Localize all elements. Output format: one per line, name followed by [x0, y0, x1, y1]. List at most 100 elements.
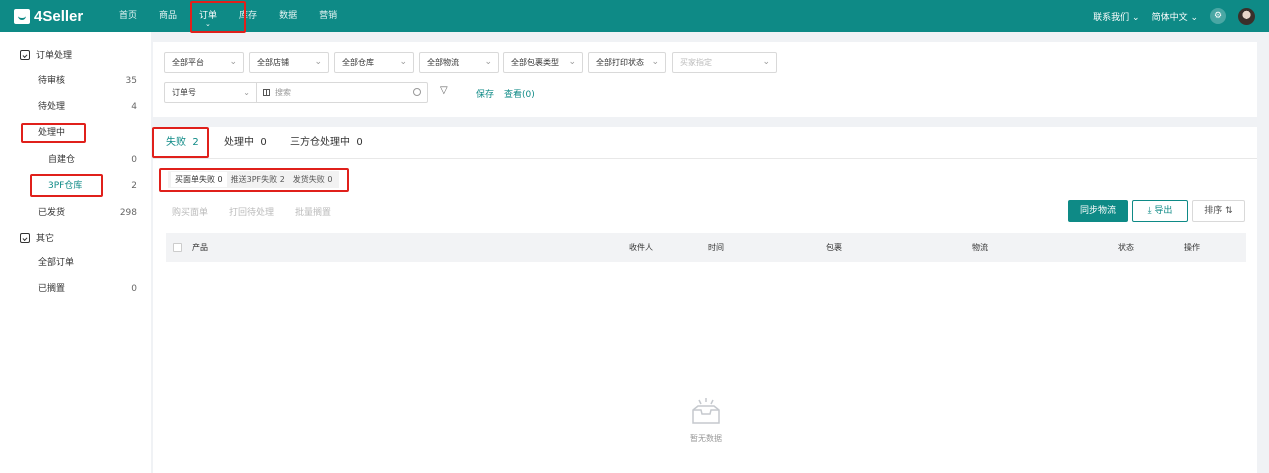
buyer-specified-select[interactable]: 买家指定 ⌄ — [672, 52, 777, 73]
print-status-select[interactable]: 全部打印状态 ⌄ — [588, 52, 666, 73]
sidebar-group-label: 订单处理 — [36, 51, 73, 61]
column-actions: 操作 — [1184, 243, 1200, 252]
sync-logistics-button[interactable]: 同步物流 — [1068, 200, 1128, 222]
empty-inbox-icon — [692, 398, 720, 424]
sidebar-group-other[interactable]: 其它 — [20, 231, 54, 244]
sidebar-group-label: 其它 — [36, 234, 55, 244]
order-search: 订单号 ⌄ 搜索 — [164, 82, 428, 103]
search-placeholder: 搜索 — [275, 88, 291, 97]
export-label: 导出 — [1154, 206, 1173, 216]
logistics-select[interactable]: 全部物流 ⌄ — [419, 52, 499, 73]
sidebar-item-shipped[interactable]: 已发货 298 — [0, 204, 151, 222]
search-type-value: 订单号 — [172, 88, 196, 97]
sidebar-item-3pf-warehouse[interactable]: 3PF仓库 2 — [0, 177, 151, 195]
nav-inventory[interactable]: 库存 — [228, 0, 268, 32]
store-select[interactable]: 全部店铺 ⌄ — [249, 52, 329, 73]
nav-marketing[interactable]: 营销 — [308, 0, 348, 32]
sidebar-item-label: 待审核 — [38, 76, 66, 86]
avatar[interactable] — [1238, 7, 1255, 25]
tab-failed[interactable]: 失败 2 — [166, 127, 199, 159]
calendar-check-icon — [20, 49, 30, 60]
sidebar-item-pending-review[interactable]: 待审核 35 — [0, 72, 151, 90]
view-saved-link[interactable]: 查看(0) — [504, 87, 535, 100]
select-value: 全部仓库 — [342, 58, 374, 67]
empty-message: 暂无数据 — [690, 434, 722, 443]
brand-name: 4Seller — [34, 7, 84, 25]
column-status: 状态 — [1118, 243, 1134, 252]
subtab-label: 发货失败 — [292, 175, 325, 184]
sidebar-item-count: 298 — [119, 208, 137, 218]
top-right-tools: 联系我们 ⌄ 简体中文 ⌄ ⚙ — [1093, 0, 1255, 32]
tab-label: 三方仓处理中 — [290, 137, 350, 148]
contact-label: 联系我们 — [1093, 12, 1130, 23]
subtab-count: 0 — [217, 175, 223, 184]
top-bar: 4Seller 首页 商品 订单 ⌄ 库存 数据 营销 联系我们 ⌄ 简体中文 … — [0, 0, 1269, 32]
sidebar-item-label: 已发货 — [38, 208, 66, 218]
chevron-down-icon: ⌄ — [399, 57, 407, 67]
search-type-select[interactable]: 订单号 ⌄ — [165, 83, 257, 102]
warehouse-select[interactable]: 全部仓库 ⌄ — [334, 52, 414, 73]
subtab-label: 买面单失败 — [175, 175, 215, 184]
sidebar-item-count: 4 — [131, 102, 137, 112]
subtab-label-purchase-failed[interactable]: 买面单失败 0 — [171, 172, 227, 187]
nav-home[interactable]: 首页 — [108, 0, 148, 32]
select-value: 全部包裹类型 — [511, 58, 559, 67]
select-value: 全部物流 — [427, 58, 459, 67]
filter-icon[interactable]: ▽ — [440, 86, 450, 96]
buy-label-action[interactable]: 购买面单 — [172, 205, 208, 218]
nav-orders[interactable]: 订单 ⌄ — [188, 0, 228, 32]
select-value: 全部平台 — [172, 58, 204, 67]
bulk-hold-action[interactable]: 批量搁置 — [295, 205, 331, 218]
bag-icon — [14, 8, 30, 24]
sidebar-item-label: 处理中 — [38, 128, 66, 138]
sidebar-item-own-warehouse[interactable]: 自建仓 0 — [0, 151, 151, 169]
sidebar-item-to-process[interactable]: 待处理 4 — [0, 98, 151, 116]
platform-select[interactable]: 全部平台 ⌄ — [164, 52, 244, 73]
subtab-count: 0 — [327, 175, 333, 184]
subtab-push-3pf-failed[interactable]: 推送3PF失败 2 — [227, 171, 289, 188]
select-placeholder: 买家指定 — [680, 58, 712, 67]
subtab-count: 2 — [279, 175, 285, 184]
save-link[interactable]: 保存 — [476, 87, 494, 100]
filter-panel: 全部平台 ⌄ 全部店铺 ⌄ 全部仓库 ⌄ 全部物流 ⌄ 全部包裹类型 ⌄ 全部打印状态 ⌄ … — [153, 42, 1257, 117]
sort-label: 排序 — [1204, 206, 1223, 216]
chevron-down-icon: ⌄ — [484, 57, 492, 67]
nav-data[interactable]: 数据 — [268, 0, 308, 32]
sort-button[interactable]: 排序 ⇅ — [1192, 200, 1245, 222]
sidebar: 订单处理 待审核 35 待处理 4 处理中 自建仓 0 3PF仓库 2 已发货 … — [0, 32, 151, 473]
sidebar-item-label: 自建仓 — [48, 155, 76, 165]
tab-third-party-processing[interactable]: 三方仓处理中 0 — [290, 127, 363, 159]
column-time: 时间 — [708, 243, 724, 252]
select-value: 全部店铺 — [257, 58, 289, 67]
sidebar-group-order-processing[interactable]: 订单处理 — [20, 48, 72, 61]
tab-count: 0 — [356, 137, 363, 148]
sidebar-item-processing[interactable]: 处理中 — [0, 124, 151, 142]
subtab-ship-failed[interactable]: 发货失败 0 — [289, 171, 337, 188]
return-to-pending-action[interactable]: 打回待处理 — [229, 205, 274, 218]
settings-icon[interactable]: ⚙ — [1210, 8, 1226, 24]
export-button[interactable]: ⤓ 导出 — [1132, 200, 1188, 222]
tab-label: 处理中 — [224, 137, 254, 148]
package-type-select[interactable]: 全部包裹类型 ⌄ — [503, 52, 583, 73]
nav-products[interactable]: 商品 — [148, 0, 188, 32]
search-icon[interactable] — [413, 88, 421, 96]
tab-processing[interactable]: 处理中 0 — [224, 127, 267, 159]
language-menu[interactable]: 简体中文 ⌄ — [1152, 10, 1198, 23]
contact-menu[interactable]: 联系我们 ⌄ — [1093, 10, 1139, 23]
status-tabs: 失败 2 处理中 0 三方仓处理中 0 — [153, 127, 1257, 159]
chevron-down-icon: ⌄ — [762, 57, 770, 67]
select-all-checkbox[interactable] — [173, 243, 182, 252]
sidebar-item-label: 已搁置 — [38, 284, 66, 294]
search-input[interactable]: 搜索 — [263, 83, 413, 102]
main-panel: 失败 2 处理中 0 三方仓处理中 0 买面单失败 0 推送3PF失败 2 发货… — [153, 127, 1257, 473]
sidebar-item-on-hold[interactable]: 已搁置 0 — [0, 280, 151, 298]
chevron-down-icon: ⌄ — [651, 57, 659, 67]
sidebar-item-all-orders[interactable]: 全部订单 — [0, 254, 151, 272]
calendar-check-icon — [20, 232, 30, 243]
column-recipient: 收件人 — [629, 243, 653, 252]
tab-count: 0 — [260, 137, 267, 148]
chevron-down-icon: ⌄ — [229, 57, 237, 67]
brand-logo[interactable]: 4Seller — [14, 6, 83, 26]
empty-state: 暂无数据 — [673, 397, 739, 444]
chevron-down-icon: ⌄ — [1190, 12, 1198, 23]
